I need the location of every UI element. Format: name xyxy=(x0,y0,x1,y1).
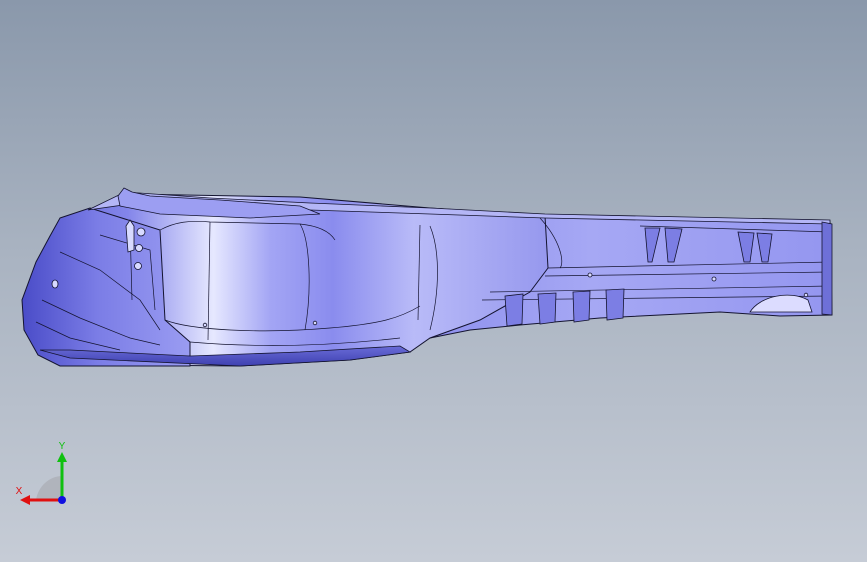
rail-body[interactable] xyxy=(21,187,833,367)
y-axis-arrow xyxy=(57,452,67,462)
car-body-rail-3d-model[interactable] xyxy=(0,0,867,562)
y-axis-label: Y xyxy=(59,441,66,452)
coordinate-triad: Y X xyxy=(16,441,67,505)
rear-end-face xyxy=(821,221,833,316)
triad-plane xyxy=(36,476,62,500)
x-axis-label: X xyxy=(16,486,23,497)
3d-viewport[interactable]: Y X xyxy=(0,0,867,562)
z-axis-dot xyxy=(58,496,66,504)
